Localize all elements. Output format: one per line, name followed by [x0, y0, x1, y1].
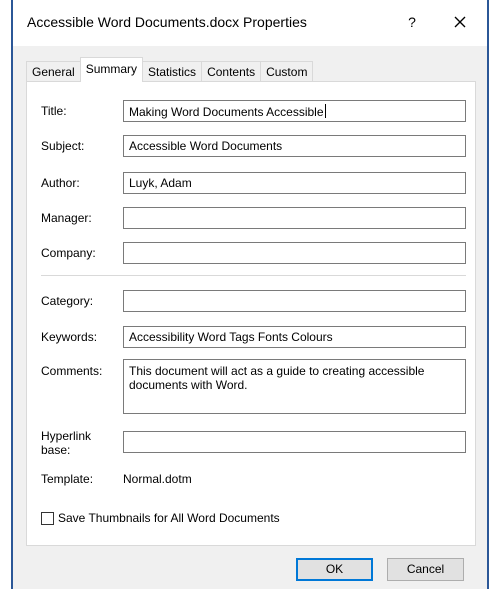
comments-field[interactable]: This document will act as a guide to cre… [123, 359, 466, 414]
title-bar: Accessible Word Documents.docx Propertie… [13, 0, 487, 46]
title-value: Making Word Documents Accessible [129, 105, 324, 119]
summary-panel: Title: Making Word Documents Accessible … [26, 81, 476, 546]
company-field[interactable] [123, 242, 466, 264]
tab-statistics[interactable]: Statistics [142, 61, 203, 82]
save-thumbnails-label[interactable]: Save Thumbnails for All Word Documents [58, 511, 280, 525]
title-label: Title: [41, 104, 67, 118]
keywords-label: Keywords: [41, 330, 98, 344]
category-label: Category: [41, 294, 94, 308]
text-caret [324, 104, 326, 118]
subject-field[interactable]: Accessible Word Documents [123, 135, 466, 157]
template-label: Template: [41, 472, 94, 486]
manager-label: Manager: [41, 211, 92, 225]
keywords-field[interactable]: Accessibility Word Tags Fonts Colours [123, 326, 466, 348]
manager-field[interactable] [123, 207, 466, 229]
save-thumbnails-checkbox[interactable] [41, 511, 54, 525]
hyperlink-base-label-line2: base: [41, 443, 71, 457]
subject-label: Subject: [41, 139, 85, 153]
properties-dialog: Accessible Word Documents.docx Propertie… [11, 0, 489, 589]
comments-label: Comments: [41, 364, 103, 378]
tab-summary[interactable]: Summary [79, 57, 144, 82]
company-label: Company: [41, 246, 96, 260]
template-value: Normal.dotm [123, 472, 192, 486]
tab-general[interactable]: General [26, 61, 81, 82]
save-thumbnails-row[interactable]: Save Thumbnails for All Word Documents [41, 511, 280, 525]
tab-contents[interactable]: Contents [201, 61, 262, 82]
author-label: Author: [41, 176, 80, 190]
ok-button[interactable]: OK [296, 558, 373, 581]
tab-custom[interactable]: Custom [260, 61, 314, 82]
section-divider [41, 275, 466, 276]
tab-strip: General Summary Statistics Contents Cust… [26, 57, 314, 82]
close-button[interactable] [447, 8, 473, 36]
author-field[interactable]: Luyk, Adam [123, 172, 466, 194]
hyperlink-base-label-line1: Hyperlink [41, 429, 92, 443]
window-title: Accessible Word Documents.docx Propertie… [27, 14, 307, 30]
help-button[interactable]: ? [401, 10, 423, 34]
close-icon [454, 16, 466, 28]
title-field[interactable]: Making Word Documents Accessible [123, 100, 466, 122]
hyperlink-base-field[interactable] [123, 431, 466, 453]
cancel-button[interactable]: Cancel [387, 558, 464, 581]
category-field[interactable] [123, 290, 466, 312]
